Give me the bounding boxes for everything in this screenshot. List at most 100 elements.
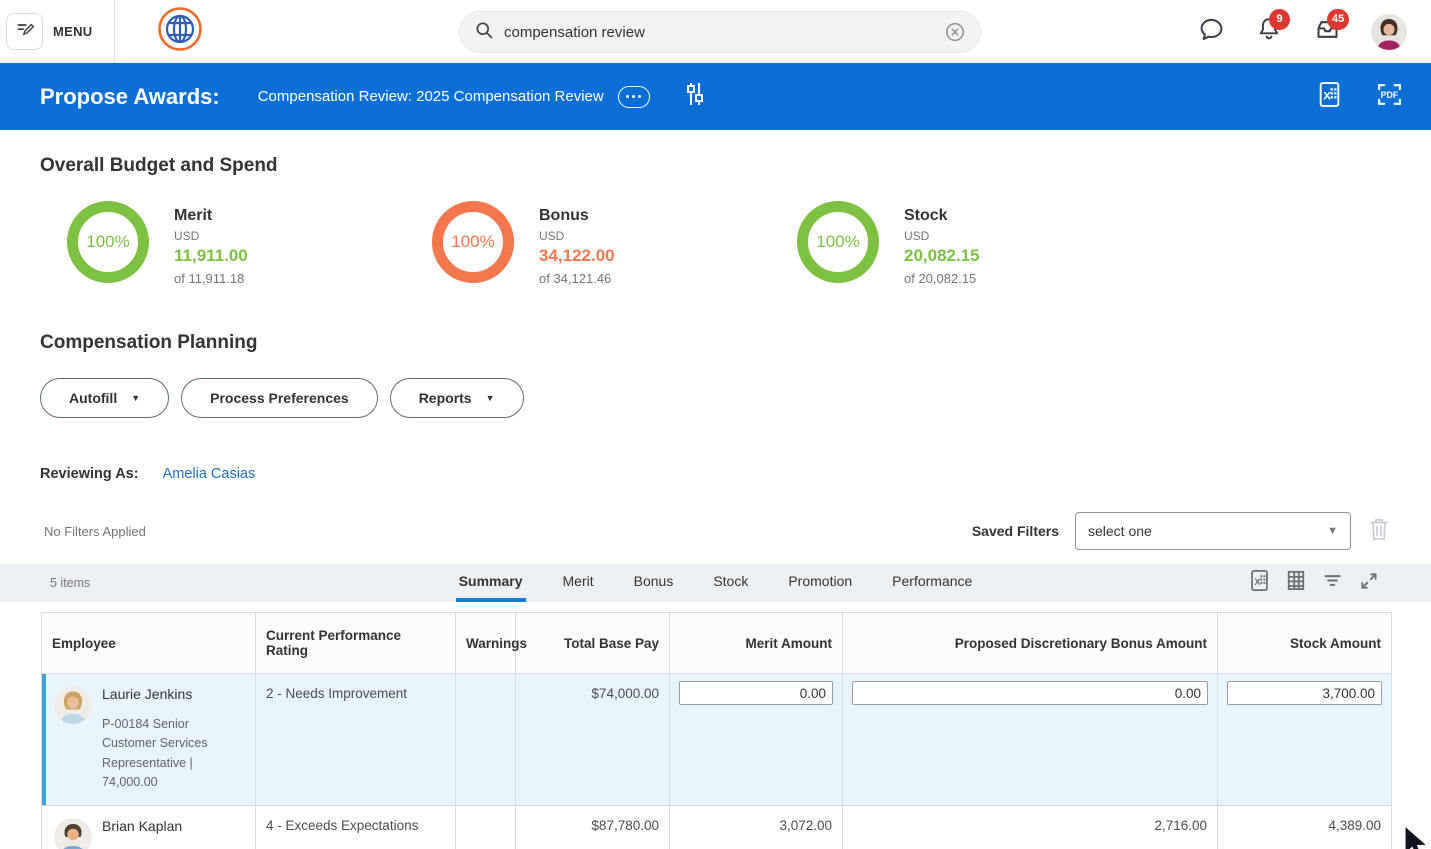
stock-amount-cell: 4,389.00: [1218, 805, 1392, 849]
configure-button[interactable]: [684, 81, 706, 112]
col-stock-amount[interactable]: Stock Amount: [1218, 613, 1392, 674]
saved-filters-select[interactable]: select one ▼: [1075, 512, 1351, 550]
tab-performance[interactable]: Performance: [889, 564, 975, 602]
compose-button[interactable]: [6, 13, 43, 50]
stock-label: Stock: [904, 207, 980, 225]
budget-section-title: Overall Budget and Spend: [40, 155, 1431, 177]
inbox-button[interactable]: 45: [1313, 18, 1341, 46]
table-grid-icon: [1286, 569, 1306, 597]
reviewing-as-label: Reviewing As:: [40, 466, 139, 482]
process-preferences-label: Process Preferences: [210, 390, 349, 406]
employee-avatar[interactable]: [54, 686, 92, 724]
stock-amount: 20,082.15: [904, 246, 980, 266]
clear-search-icon[interactable]: [944, 21, 966, 43]
export-pdf-button[interactable]: PDF: [1376, 81, 1403, 113]
merit-percent: 100%: [86, 232, 129, 252]
budget-cards: 100% Merit USD 11,911.00 of 11,911.18 10…: [40, 201, 1431, 286]
profile-avatar[interactable]: [1371, 14, 1407, 50]
budget-card-merit: 100% Merit USD 11,911.00 of 11,911.18: [40, 201, 405, 286]
bonus-amount-input[interactable]: [852, 681, 1208, 705]
warnings-cell: [456, 674, 516, 806]
saved-filters-label: Saved Filters: [972, 523, 1059, 539]
company-globe-logo[interactable]: [157, 6, 203, 57]
compensation-grid: Employee Current Performance Rating Warn…: [41, 612, 1392, 849]
pdf-icon: PDF: [1376, 81, 1403, 113]
merit-amount-input[interactable]: [679, 681, 833, 705]
saved-filters-value: select one: [1088, 523, 1152, 539]
search-icon: [474, 20, 494, 45]
tab-stock[interactable]: Stock: [710, 564, 751, 602]
page-subtitle: Compensation Review: 2025 Compensation R…: [258, 88, 604, 105]
search-input[interactable]: [504, 24, 944, 41]
merit-currency: USD: [174, 229, 248, 243]
grid-filter-button[interactable]: [1322, 570, 1343, 596]
merit-progress-ring: 100%: [67, 201, 149, 283]
chevron-down-icon: ▼: [131, 393, 140, 403]
divider: [114, 0, 115, 63]
bonus-budget-total: of 34,121.46: [539, 271, 615, 286]
bonus-percent: 100%: [451, 232, 494, 252]
filter-lines-icon: [1322, 570, 1343, 596]
inbox-badge: 45: [1327, 9, 1349, 30]
employee-name[interactable]: Laurie Jenkins: [102, 686, 234, 702]
process-preferences-button[interactable]: Process Preferences: [181, 378, 378, 418]
bonus-amount: 34,122.00: [539, 246, 615, 266]
merit-budget-total: of 11,911.18: [174, 271, 248, 286]
autofill-label: Autofill: [69, 390, 117, 406]
bonus-currency: USD: [539, 229, 615, 243]
chat-icon: [1198, 16, 1225, 48]
col-current-performance-rating[interactable]: Current Performance Rating: [256, 613, 456, 674]
expand-grid-button[interactable]: [1359, 571, 1379, 596]
expand-icon: [1359, 571, 1379, 596]
delete-filter-button[interactable]: [1367, 516, 1391, 547]
merit-amount-cell: 3,072.00: [670, 805, 843, 849]
tab-bonus[interactable]: Bonus: [631, 564, 677, 602]
related-actions-button[interactable]: [618, 86, 650, 108]
employee-name[interactable]: Brian Kaplan: [102, 818, 234, 834]
col-proposed-discretionary-bonus-amount[interactable]: Proposed Discretionary Bonus Amount: [843, 613, 1218, 674]
employee-avatar[interactable]: [54, 818, 92, 849]
global-search[interactable]: [459, 11, 981, 53]
page-title: Propose Awards:: [40, 84, 220, 110]
svg-text:X: X: [1323, 90, 1331, 102]
export-excel-button[interactable]: X: [1317, 81, 1342, 113]
bonus-amount-cell: [843, 674, 1218, 806]
total-base-pay-cell: $74,000.00: [516, 674, 670, 806]
tab-merit[interactable]: Merit: [560, 564, 597, 602]
reviewing-as-link[interactable]: Amelia Casias: [163, 466, 256, 482]
tab-summary[interactable]: Summary: [456, 564, 526, 602]
table-row: Brian Kaplan P-00281 Senior Customer Ser…: [42, 805, 1392, 849]
bonus-amount-cell: 2,716.00: [843, 805, 1218, 849]
notifications-button[interactable]: 9: [1255, 18, 1283, 46]
col-total-base-pay[interactable]: Total Base Pay: [516, 613, 670, 674]
top-bar: MENU: [0, 0, 1431, 63]
table-row: Laurie Jenkins P-00184 Senior Customer S…: [42, 674, 1392, 806]
compose-icon: [15, 20, 35, 43]
grid-toolbar: 5 items Summary Merit Bonus Stock Promot…: [0, 564, 1431, 602]
menu-button[interactable]: MENU: [53, 24, 92, 39]
col-merit-amount[interactable]: Merit Amount: [670, 613, 843, 674]
col-warnings[interactable]: Warnings: [456, 613, 516, 674]
tab-promotion[interactable]: Promotion: [785, 564, 855, 602]
stock-progress-ring: 100%: [797, 201, 879, 283]
rating-cell: 2 - Needs Improvement: [256, 674, 456, 806]
autofill-button[interactable]: Autofill ▼: [40, 378, 169, 418]
planning-section-title: Compensation Planning: [40, 332, 1431, 354]
grid-view-button[interactable]: [1286, 569, 1306, 597]
grid-tabs: Summary Merit Bonus Stock Promotion Perf…: [0, 564, 1431, 602]
col-employee[interactable]: Employee: [42, 613, 256, 674]
reports-button[interactable]: Reports ▼: [390, 378, 524, 418]
sliders-icon: [684, 81, 706, 112]
svg-text:X: X: [1254, 577, 1261, 588]
header-row: Employee Current Performance Rating Warn…: [42, 613, 1392, 674]
stock-budget-total: of 20,082.15: [904, 271, 980, 286]
stock-amount-input[interactable]: [1227, 681, 1382, 705]
trash-icon: [1367, 516, 1391, 547]
merit-label: Merit: [174, 207, 248, 225]
warnings-cell: [456, 805, 516, 849]
notifications-badge: 9: [1269, 9, 1290, 30]
chat-button[interactable]: [1197, 18, 1225, 46]
grid-export-excel-button[interactable]: X: [1249, 569, 1270, 597]
stock-amount-cell: [1218, 674, 1392, 806]
reports-label: Reports: [419, 390, 472, 406]
